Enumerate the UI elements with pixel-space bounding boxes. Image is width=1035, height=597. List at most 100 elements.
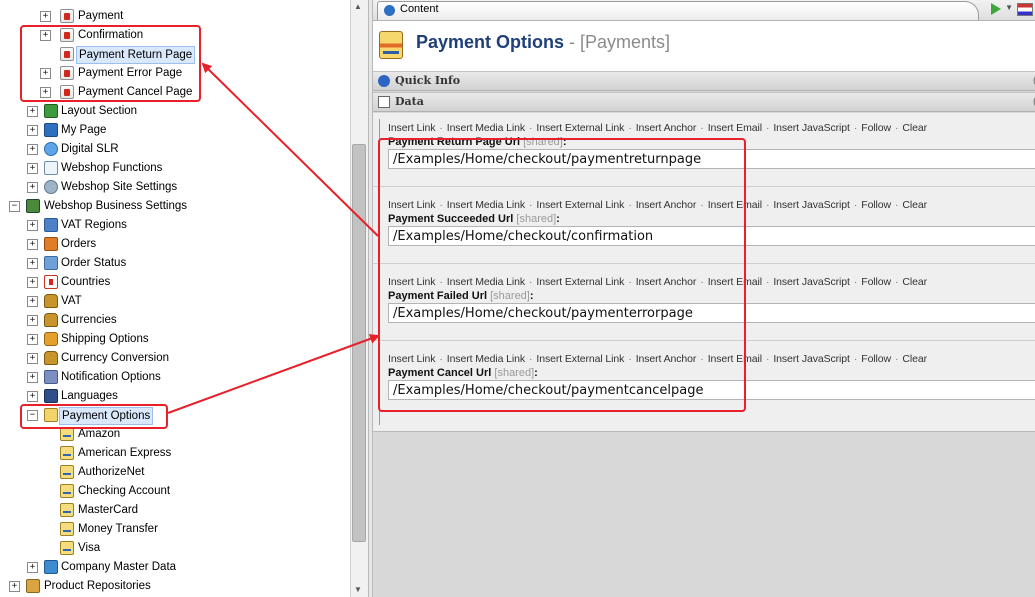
tree-item-label: MasterCard bbox=[78, 504, 139, 516]
language-icon bbox=[44, 389, 58, 403]
expand-icon[interactable]: + bbox=[27, 334, 38, 345]
expand-icon[interactable]: + bbox=[27, 220, 38, 231]
scrollbar-thumb[interactable] bbox=[352, 144, 366, 542]
toolbar-link-insert-javascript[interactable]: Insert JavaScript bbox=[773, 276, 850, 288]
expand-icon[interactable]: + bbox=[27, 125, 38, 136]
collapse-icon[interactable]: − bbox=[9, 201, 20, 212]
money-bag-icon bbox=[44, 294, 58, 308]
item-header: Payment Options - [Payments] bbox=[373, 21, 1035, 71]
expand-icon[interactable]: + bbox=[27, 163, 38, 174]
toolbar-separator: · bbox=[853, 122, 858, 134]
expand-icon[interactable]: + bbox=[27, 106, 38, 117]
toolbar-link-insert-media-link[interactable]: Insert Media Link bbox=[447, 122, 525, 134]
page-subtitle: - [Payments] bbox=[564, 32, 671, 52]
expand-icon[interactable]: + bbox=[27, 391, 38, 402]
card-icon bbox=[60, 446, 74, 460]
card-icon bbox=[60, 427, 74, 441]
expand-icon[interactable]: + bbox=[27, 182, 38, 193]
field-toolbar: Insert Link · Insert Media Link · Insert Ext… bbox=[388, 122, 1035, 134]
toolbar-separator: · bbox=[765, 199, 770, 211]
card-icon bbox=[60, 484, 74, 498]
language-flag-icon[interactable] bbox=[1017, 3, 1033, 16]
tree-item-label: Payment bbox=[78, 10, 124, 22]
info-icon bbox=[378, 75, 390, 87]
tree-item-label: Notification Options bbox=[61, 371, 161, 383]
annotation-box-fields bbox=[378, 138, 746, 412]
toolbar-separator: · bbox=[853, 199, 858, 211]
toolbar-link-insert-javascript[interactable]: Insert JavaScript bbox=[773, 353, 850, 365]
toolbar-separator: · bbox=[700, 122, 704, 134]
chevron-down-icon[interactable]: ▼ bbox=[1005, 3, 1013, 12]
expand-icon[interactable]: + bbox=[27, 562, 38, 573]
tab-bar: Content ▼ bbox=[373, 0, 1035, 21]
expand-icon[interactable]: + bbox=[27, 296, 38, 307]
box-icon bbox=[26, 579, 40, 593]
tree-item-label: Visa bbox=[78, 542, 101, 554]
toolbar-separator: · bbox=[895, 122, 899, 134]
expand-icon[interactable]: + bbox=[27, 372, 38, 383]
toolbar-separator: · bbox=[439, 122, 443, 134]
business-icon bbox=[26, 199, 40, 213]
toolbar-separator: · bbox=[853, 276, 858, 288]
payment-icon bbox=[379, 31, 403, 59]
toolbar-link-follow[interactable]: Follow bbox=[861, 122, 891, 134]
document-icon bbox=[378, 96, 390, 108]
expand-icon[interactable]: + bbox=[27, 258, 38, 269]
tree-item-label: VAT bbox=[61, 295, 82, 307]
tree-item-label: Countries bbox=[61, 276, 111, 288]
expand-icon[interactable]: + bbox=[27, 277, 38, 288]
toolbar-link-follow[interactable]: Follow bbox=[861, 199, 891, 211]
scroll-up-icon[interactable]: ▲ bbox=[354, 2, 362, 11]
tree-item-label: Currency Conversion bbox=[61, 352, 170, 364]
flag-icon bbox=[44, 275, 58, 289]
toolbar-link-insert-javascript[interactable]: Insert JavaScript bbox=[773, 122, 850, 134]
tree-item-label: Webshop Business Settings bbox=[44, 200, 187, 212]
tree-item-label: My Page bbox=[61, 124, 107, 136]
toolbar-link-follow[interactable]: Follow bbox=[861, 276, 891, 288]
tree-item-label: American Express bbox=[78, 447, 172, 459]
section-data[interactable]: Data ( bbox=[373, 92, 1035, 112]
toolbar-separator: · bbox=[853, 353, 858, 365]
card-icon bbox=[60, 541, 74, 555]
tree-item-label: Orders bbox=[61, 238, 97, 250]
tab-label: Content bbox=[400, 3, 439, 15]
tree-item-label: Webshop Functions bbox=[61, 162, 163, 174]
toolbar-link-clear[interactable]: Clear bbox=[902, 276, 927, 288]
money-bag-icon bbox=[44, 351, 58, 365]
expand-icon[interactable]: + bbox=[27, 239, 38, 250]
toolbar-link-insert-external-link[interactable]: Insert External Link bbox=[536, 122, 624, 134]
tree-item-label: Digital SLR bbox=[61, 143, 119, 155]
expand-icon[interactable]: + bbox=[40, 11, 51, 22]
tree-item-label: Webshop Site Settings bbox=[61, 181, 178, 193]
tab-content[interactable]: Content bbox=[377, 1, 979, 20]
orders-icon bbox=[44, 237, 58, 251]
page-title: Payment Options - [Payments] bbox=[416, 32, 671, 52]
tree-item-label: AuthorizeNet bbox=[78, 466, 145, 478]
tree-item-label: Company Master Data bbox=[61, 561, 177, 573]
tree-item-label: Shipping Options bbox=[61, 333, 149, 345]
expand-icon[interactable]: + bbox=[27, 353, 38, 364]
camera-icon bbox=[44, 142, 58, 156]
grid-icon bbox=[44, 123, 58, 137]
toolbar-link-clear[interactable]: Clear bbox=[902, 199, 927, 211]
toolbar-link-clear[interactable]: Clear bbox=[902, 353, 927, 365]
toolbar-link-clear[interactable]: Clear bbox=[902, 122, 927, 134]
navigate-icon[interactable] bbox=[991, 3, 1001, 15]
expand-icon[interactable]: + bbox=[27, 144, 38, 155]
toolbar-separator: · bbox=[765, 276, 770, 288]
section-title: Quick Info bbox=[395, 74, 461, 87]
toolbar-link-insert-javascript[interactable]: Insert JavaScript bbox=[773, 199, 850, 211]
tree-item-label: VAT Regions bbox=[61, 219, 127, 231]
toolbar-link-follow[interactable]: Follow bbox=[861, 353, 891, 365]
tree-item-label: Checking Account bbox=[78, 485, 171, 497]
toolbar-link-insert-anchor[interactable]: Insert Anchor bbox=[636, 122, 697, 134]
expand-icon[interactable]: + bbox=[27, 315, 38, 326]
toolbar-separator: · bbox=[529, 122, 533, 134]
section-quick-info[interactable]: Quick Info ( bbox=[373, 71, 1035, 91]
function-icon bbox=[44, 161, 58, 175]
expand-icon[interactable]: + bbox=[9, 581, 20, 592]
toolbar-link-insert-email[interactable]: Insert Email bbox=[708, 122, 762, 134]
scroll-down-icon[interactable]: ▼ bbox=[354, 585, 362, 594]
toolbar-link-insert-link[interactable]: Insert Link bbox=[388, 122, 435, 134]
company-icon bbox=[44, 560, 58, 574]
